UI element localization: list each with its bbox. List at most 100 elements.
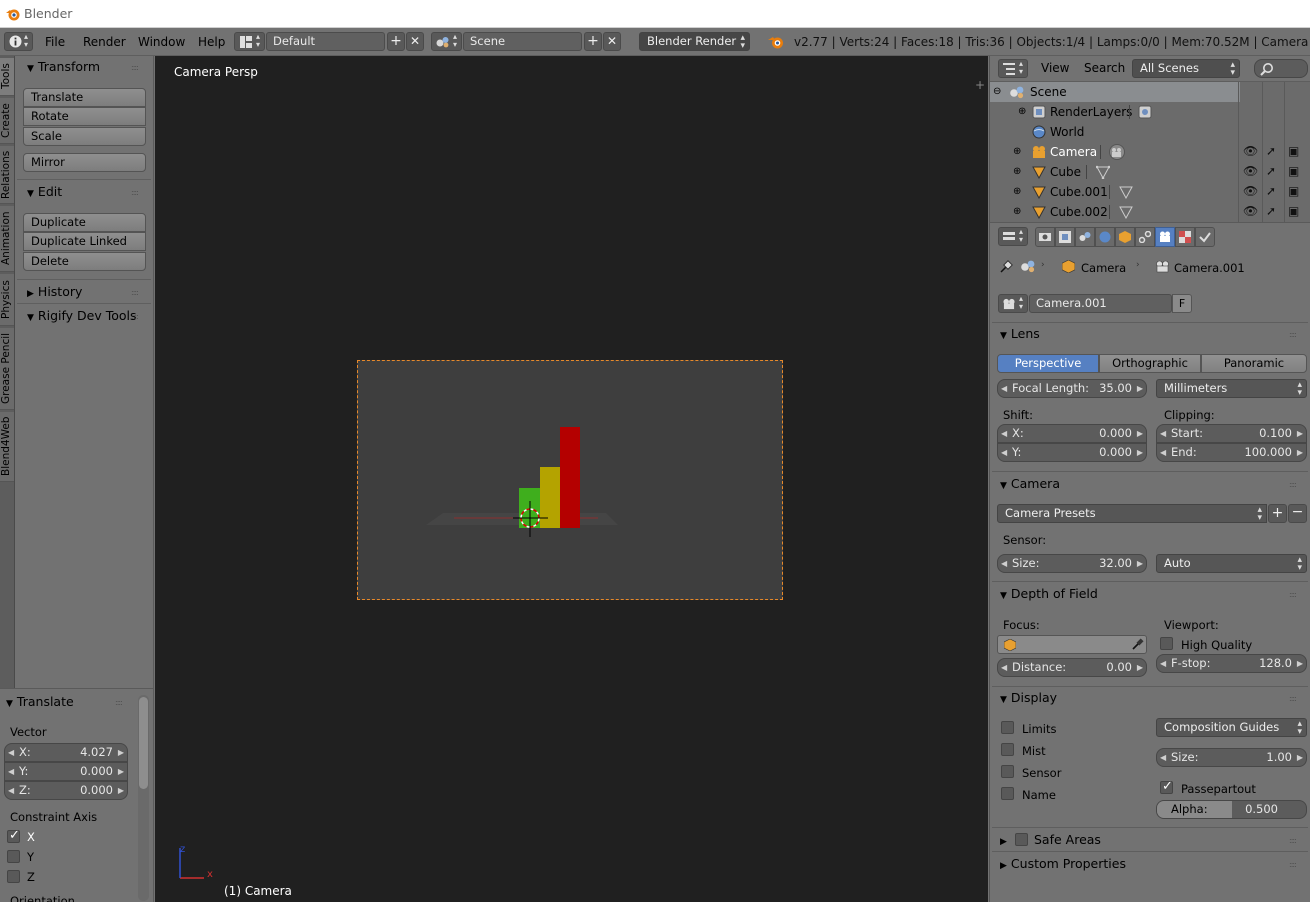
scene-field[interactable]: Scene <box>463 32 582 51</box>
menu-file[interactable]: File <box>45 35 65 49</box>
sensor-size-field[interactable]: ◀ Size: 32.00 ▶ <box>997 554 1147 573</box>
mirror-button[interactable]: Mirror <box>23 153 146 172</box>
translate-button[interactable]: Translate <box>23 88 146 107</box>
grip-icon[interactable]: :::: <box>131 288 139 297</box>
scene-context-icon[interactable] <box>1075 227 1095 247</box>
texture-context-icon[interactable] <box>1175 227 1195 247</box>
decrement-arrow-icon[interactable]: ◀ <box>8 782 14 799</box>
decrement-arrow-icon[interactable]: ◀ <box>1001 444 1007 461</box>
screen-layout-browse[interactable]: ▴ ▾ <box>234 32 265 51</box>
tab-grease-pencil[interactable]: Grease Pencil <box>0 328 14 410</box>
lens-type-panoramic[interactable]: Panoramic <box>1201 354 1307 373</box>
shift-x-field[interactable]: ◀ X: 0.000 ▶ <box>997 424 1147 443</box>
editor-type-button[interactable]: ▴ ▾ <box>4 32 33 51</box>
history-panel-header[interactable]: ▶ History <box>27 284 82 299</box>
outliner-row-cube-001[interactable]: ⊕ Cube.001 <box>990 182 1240 202</box>
grip-icon[interactable]: :::: <box>115 698 123 707</box>
select-arrow-icon[interactable]: ➚ <box>1266 204 1276 218</box>
tab-relations[interactable]: Relations <box>0 146 14 204</box>
render-engine-select[interactable]: Blender Render ▴ ▾ <box>639 32 750 51</box>
sensor-checkbox[interactable] <box>1001 765 1014 778</box>
increment-arrow-icon[interactable]: ▶ <box>118 763 124 780</box>
rotate-button[interactable]: Rotate <box>23 107 146 126</box>
transform-panel-header[interactable]: ▼ Transform <box>27 59 100 74</box>
display-mode-select[interactable]: All Scenes ▴ ▾ <box>1132 59 1240 78</box>
lens-type-perspective[interactable]: Perspective <box>997 354 1099 373</box>
grip-icon[interactable]: :::: <box>1289 330 1297 339</box>
display-panel-header[interactable]: ▼ Display <box>1000 690 1057 705</box>
clip-start-field[interactable]: ◀ Start: 0.100 ▶ <box>1156 424 1307 443</box>
outliner-editor-type[interactable]: ▴ ▾ <box>998 59 1028 78</box>
expand-toggle-icon[interactable]: ⊕ <box>1013 162 1021 182</box>
render-context-icon[interactable] <box>1035 227 1055 247</box>
lens-panel-header[interactable]: ▼ Lens <box>1000 326 1040 341</box>
rigify-panel-header[interactable]: ▼ Rigify Dev Tools <box>27 308 137 323</box>
increment-arrow-icon[interactable]: ▶ <box>1297 749 1303 766</box>
render-camera-icon[interactable]: ▣ <box>1288 144 1299 158</box>
object-context-icon[interactable] <box>1115 227 1135 247</box>
grip-icon[interactable]: :::: <box>131 312 139 321</box>
menu-help[interactable]: Help <box>198 35 225 49</box>
outliner-menu-search[interactable]: Search <box>1084 61 1125 75</box>
outliner-search-input[interactable] <box>1254 59 1308 78</box>
clip-end-field[interactable]: ◀ End: 100.000 ▶ <box>1156 443 1307 462</box>
grip-icon[interactable]: :::: <box>1289 836 1297 845</box>
camera-datablock-name[interactable]: Camera.001 <box>1029 294 1172 313</box>
operator-panel-header[interactable]: ▼ Translate <box>6 694 74 709</box>
dof-panel-header[interactable]: ▼ Depth of Field <box>1000 586 1098 601</box>
increment-arrow-icon[interactable]: ▶ <box>1297 444 1303 461</box>
edit-panel-header[interactable]: ▼ Edit <box>27 184 62 199</box>
decrement-arrow-icon[interactable]: ◀ <box>8 744 14 761</box>
fake-user-button[interactable]: F <box>1172 294 1192 313</box>
grip-icon[interactable]: :::: <box>131 63 139 72</box>
3d-viewport[interactable]: Camera Persp + x z (1) Camera <box>155 56 988 902</box>
expand-toggle-icon[interactable]: ⊕ <box>1013 142 1021 162</box>
decrement-arrow-icon[interactable]: ◀ <box>1160 655 1166 672</box>
high-quality-checkbox[interactable] <box>1160 637 1173 650</box>
select-arrow-icon[interactable]: ➚ <box>1266 184 1276 198</box>
outliner-row-cube-002[interactable]: ⊕ Cube.002 <box>990 202 1240 222</box>
duplicate-button[interactable]: Duplicate <box>23 213 146 232</box>
increment-arrow-icon[interactable]: ▶ <box>118 744 124 761</box>
vector-y-field[interactable]: ◀ Y: 0.000 ▶ <box>4 762 128 781</box>
vector-z-field[interactable]: ◀ Z: 0.000 ▶ <box>4 781 128 800</box>
increment-arrow-icon[interactable]: ▶ <box>1297 425 1303 442</box>
outliner-row-camera[interactable]: ⊕ Camera <box>990 142 1240 162</box>
decrement-arrow-icon[interactable]: ◀ <box>1001 659 1007 676</box>
lens-unit-select[interactable]: Millimeters ▴ ▾ <box>1156 379 1307 398</box>
render-layers-context-icon[interactable] <box>1055 227 1075 247</box>
world-context-icon[interactable] <box>1095 227 1115 247</box>
render-camera-icon[interactable]: ▣ <box>1288 184 1299 198</box>
passepartout-checkbox[interactable] <box>1160 779 1173 794</box>
limits-checkbox[interactable] <box>1001 721 1014 734</box>
grip-icon[interactable]: :::: <box>131 188 139 197</box>
camera-presets-select[interactable]: Camera Presets ▴ ▾ <box>997 504 1267 523</box>
visibility-eye-icon[interactable]: 👁 <box>1243 144 1258 158</box>
expand-toggle-icon[interactable]: ⊕ <box>1013 202 1021 222</box>
delete-button[interactable]: Delete <box>23 252 146 271</box>
menu-window[interactable]: Window <box>138 35 185 49</box>
name-checkbox[interactable] <box>1001 787 1014 800</box>
increment-arrow-icon[interactable]: ▶ <box>118 782 124 799</box>
select-arrow-icon[interactable]: ➚ <box>1266 144 1276 158</box>
add-screen-icon[interactable]: + <box>387 32 405 51</box>
visibility-eye-icon[interactable]: 👁 <box>1243 164 1258 178</box>
delete-scene-icon[interactable]: ✕ <box>603 32 621 51</box>
constraints-context-icon[interactable] <box>1135 227 1155 247</box>
add-preset-icon[interactable]: + <box>1268 504 1287 523</box>
delete-screen-icon[interactable]: ✕ <box>406 32 424 51</box>
safe-areas-checkbox[interactable] <box>1015 833 1028 846</box>
grip-icon[interactable]: :::: <box>1289 694 1297 703</box>
custom-properties-panel-header[interactable]: ▶ Custom Properties <box>1000 856 1126 871</box>
display-size-field[interactable]: ◀ Size: 1.00 ▶ <box>1156 748 1307 767</box>
decrement-arrow-icon[interactable]: ◀ <box>1160 444 1166 461</box>
distance-field[interactable]: ◀ Distance: 0.00 ▶ <box>997 658 1147 677</box>
focus-object-field[interactable] <box>997 635 1147 654</box>
focal-length-field[interactable]: ◀ Focal Length: 35.00 ▶ <box>997 379 1147 398</box>
camera-data-context-icon[interactable] <box>1155 227 1175 247</box>
blend4web-context-icon[interactable] <box>1195 227 1215 247</box>
scene-browse[interactable]: ▴ ▾ <box>431 32 462 51</box>
increment-arrow-icon[interactable]: ▶ <box>1137 425 1143 442</box>
tab-tools[interactable]: Tools <box>0 58 14 96</box>
add-scene-icon[interactable]: + <box>584 32 602 51</box>
